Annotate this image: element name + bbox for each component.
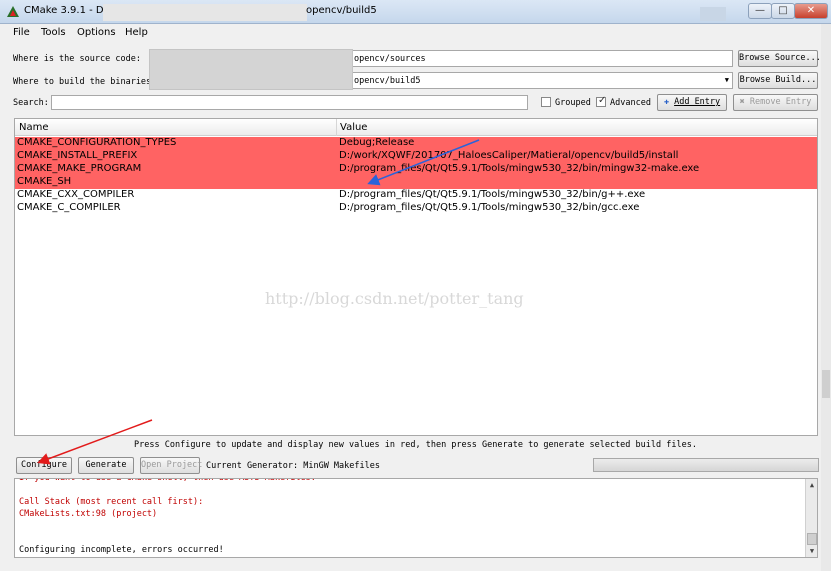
output-line: Call Stack (most recent call first): <box>19 497 204 507</box>
cell-name: CMAKE_INSTALL_PREFIX <box>17 150 138 161</box>
source-value: opencv/sources <box>354 54 426 64</box>
close-button[interactable]: ✕ <box>794 3 828 19</box>
output-log[interactable]: If you want to use a CMake shell, then u… <box>14 478 818 558</box>
plus-icon: ✚ <box>663 97 669 107</box>
cell-name: CMAKE_SH <box>17 176 72 187</box>
minimize-button[interactable]: — <box>748 3 772 19</box>
current-generator: Current Generator: MinGW Makefiles <box>206 461 380 471</box>
table-header: Name Value <box>15 119 817 136</box>
grouped-label: Grouped <box>555 98 591 108</box>
source-label: Where is the source code: <box>13 54 141 64</box>
cell-name: CMAKE_MAKE_PROGRAM <box>17 163 142 174</box>
cell-value[interactable]: D:/program_files/Qt/Qt5.9.1/Tools/mingw5… <box>339 163 699 174</box>
column-divider[interactable] <box>336 119 337 136</box>
build-label: Where to build the binaries: <box>13 77 157 87</box>
cell-name: CMAKE_CXX_COMPILER <box>17 189 135 200</box>
output-line: CMakeLists.txt:98 (project) <box>19 509 158 519</box>
output-scrollbar[interactable]: ▲ ▼ <box>805 479 817 557</box>
window-title-suffix: opencv/build5 <box>306 5 377 16</box>
open-project-button[interactable]: Open Project <box>140 457 202 474</box>
table-row[interactable]: CMAKE_C_COMPILER D:/program_files/Qt/Qt5.… <box>15 202 817 215</box>
maximize-button[interactable]: □ <box>771 3 795 19</box>
cell-value[interactable]: Debug;Release <box>339 137 414 148</box>
redacted-path <box>103 4 307 21</box>
output-line: Configuring incomplete, errors occurred! <box>19 545 224 555</box>
hint-text: Press Configure to update and display ne… <box>134 440 697 450</box>
advanced-checkbox[interactable] <box>596 95 606 107</box>
add-entry-label: Add Entry <box>674 97 721 107</box>
generate-button[interactable]: Generate <box>78 457 134 474</box>
advanced-label: Advanced <box>610 98 651 108</box>
column-header-name[interactable]: Name <box>19 122 49 133</box>
watermark: http://blog.csdn.net/potter_tang <box>265 289 524 308</box>
title-bar: CMake 3.9.1 - D:/ opencv/build5 — □ ✕ <box>0 0 831 24</box>
cell-value[interactable]: D:/program_files/Qt/Qt5.9.1/Tools/mingw5… <box>339 202 639 213</box>
column-header-value[interactable]: Value <box>340 122 367 133</box>
table-row[interactable]: CMAKE_MAKE_PROGRAM D:/program_files/Qt/Qt… <box>15 163 817 176</box>
cell-value[interactable]: D:/program_files/Qt/Qt5.9.1/Tools/mingw5… <box>339 189 645 200</box>
grouped-checkbox[interactable] <box>541 97 551 107</box>
menu-file[interactable]: File <box>13 27 30 38</box>
window-scroll-thumb[interactable] <box>822 370 830 398</box>
table-row[interactable]: CMAKE_CONFIGURATION_TYPES Debug;Release <box>15 137 817 150</box>
output-line: If you want to use a CMake shell, then u… <box>19 478 316 483</box>
cell-name: CMAKE_CONFIGURATION_TYPES <box>17 137 177 148</box>
redacted-path-block <box>149 49 353 90</box>
table-row[interactable]: CMAKE_INSTALL_PREFIX D:/work/XQWF/201707_… <box>15 150 817 163</box>
window-title: CMake 3.9.1 - D:/ <box>24 5 111 16</box>
table-row[interactable]: CMAKE_SH <box>15 176 817 189</box>
scroll-down-icon[interactable]: ▼ <box>807 546 817 556</box>
progress-bar <box>593 458 819 472</box>
configure-button[interactable]: Configure <box>16 457 72 474</box>
scroll-up-icon[interactable]: ▲ <box>807 480 817 490</box>
cache-table[interactable]: Name Value CMAKE_CONFIGURATION_TYPES Debu… <box>14 118 818 436</box>
browse-source-button[interactable]: Browse Source... <box>738 50 821 67</box>
cell-value[interactable]: D:/work/XQWF/201707_HaloesCaliper/Matier… <box>339 150 678 161</box>
chevron-down-icon[interactable]: ▼ <box>725 76 729 84</box>
remove-entry-label: Remove Entry <box>749 97 812 107</box>
search-input[interactable] <box>51 95 528 110</box>
menu-options[interactable]: Options <box>77 27 116 38</box>
remove-entry-button[interactable]: ✖ Remove Entry <box>733 94 818 111</box>
scroll-thumb[interactable] <box>807 533 817 545</box>
menu-help[interactable]: Help <box>125 27 148 38</box>
browse-build-button[interactable]: Browse Build... <box>738 72 818 89</box>
cmake-logo-icon <box>7 6 19 17</box>
table-row[interactable]: CMAKE_CXX_COMPILER D:/program_files/Qt/Qt… <box>15 189 817 202</box>
search-label: Search: <box>13 98 49 108</box>
add-entry-button[interactable]: ✚ Add Entry <box>657 94 727 111</box>
menu-tools[interactable]: Tools <box>41 27 66 38</box>
overlay-icon <box>700 7 726 21</box>
window-scrollbar[interactable] <box>821 24 831 571</box>
cell-name: CMAKE_C_COMPILER <box>17 202 121 213</box>
remove-icon: ✖ <box>739 97 745 107</box>
build-value: opencv/build5 <box>354 76 421 86</box>
